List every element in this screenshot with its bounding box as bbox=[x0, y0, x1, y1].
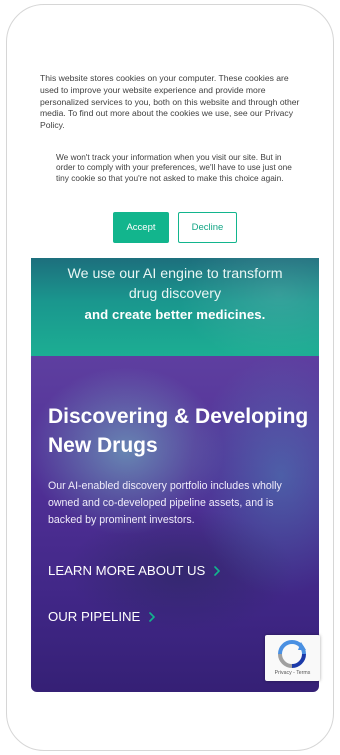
decline-cookies-button[interactable]: Decline bbox=[178, 212, 237, 243]
intro-text-line: drug discovery bbox=[128, 286, 222, 302]
intro-text-emphasis: and create better medicines. bbox=[84, 307, 266, 322]
page-content: We use our AI engine to transform drug d… bbox=[31, 258, 319, 692]
recaptcha-terms: Privacy - Terms bbox=[274, 670, 311, 676]
cookie-message-secondary: We won't track your information when you… bbox=[56, 152, 292, 183]
cookie-banner: This website stores cookies on your comp… bbox=[0, 0, 340, 260]
hero-description: Our AI-enabled discovery portfolio inclu… bbox=[48, 480, 282, 526]
hero-title: Discovering & Developing New Drugs bbox=[48, 405, 309, 457]
learn-more-label: LEARN MORE ABOUT US bbox=[48, 563, 206, 578]
intro-band: We use our AI engine to transform drug d… bbox=[31, 258, 319, 356]
recaptcha-logo-icon bbox=[278, 640, 306, 668]
chevron-right-icon bbox=[214, 565, 221, 576]
pipeline-link[interactable]: OUR PIPELINE bbox=[48, 609, 156, 624]
pipeline-label: OUR PIPELINE bbox=[48, 609, 141, 624]
chevron-right-icon bbox=[149, 611, 156, 622]
learn-more-link[interactable]: LEARN MORE ABOUT US bbox=[48, 563, 221, 578]
accept-cookies-button[interactable]: Accept bbox=[113, 212, 169, 243]
cookie-message: This website stores cookies on your comp… bbox=[40, 73, 300, 131]
intro-text-line: We use our AI engine to transform bbox=[67, 266, 283, 282]
recaptcha-badge[interactable]: Privacy - Terms bbox=[265, 635, 320, 681]
